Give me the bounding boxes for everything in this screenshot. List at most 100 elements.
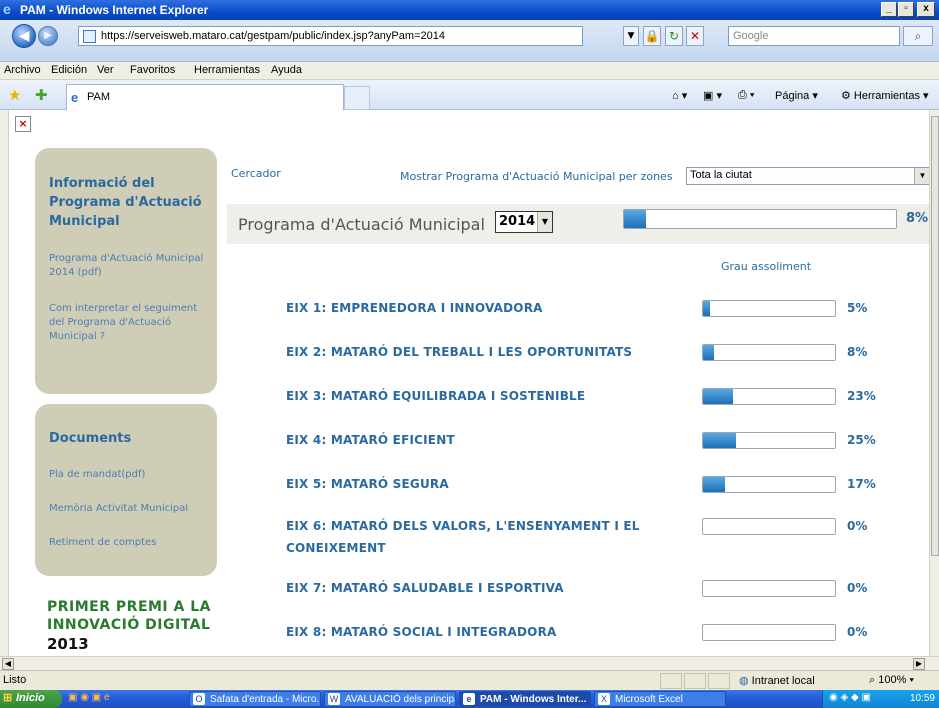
interpretar-seguiment-link[interactable]: Com interpretar el seguiment del Program… <box>49 302 209 344</box>
award-line-2: INNOVACIÓ DIGITAL <box>47 617 211 633</box>
award-year: 2013 <box>47 635 89 653</box>
quicklaunch-icons[interactable]: ▣ ◉ ▣ e <box>68 692 110 703</box>
url-field[interactable]: https://serveisweb.mataro.cat/gestpam/pu… <box>78 26 583 46</box>
documents-title: Documents <box>49 431 132 446</box>
chevron-down-icon[interactable]: ▼ <box>914 168 929 184</box>
feeds-icon[interactable]: ▣ ▾ <box>703 89 722 102</box>
zone-select[interactable]: Tota la ciutat ▼ <box>686 167 929 185</box>
ie-task-icon: e <box>463 693 475 705</box>
eix-progress-fill-2 <box>703 345 714 360</box>
url-dropdown-button[interactable]: ▼ <box>623 26 639 46</box>
task-ie[interactable]: e PAM - Windows Inter... <box>459 691 591 707</box>
menu-herramientas[interactable]: Herramientas <box>194 64 260 76</box>
eix-progress-bar-3 <box>702 388 836 405</box>
eix-label-1[interactable]: EIX 1: EMPRENEDORA I INNOVADORA <box>286 297 676 319</box>
window-title: PAM - Windows Internet Explorer <box>20 3 209 17</box>
task-word[interactable]: W AVALUACIÓ dels principa... <box>324 691 456 707</box>
documents-panel: Documents Pla de mandat(pdf) Memòria Act… <box>35 404 217 576</box>
minimize-button[interactable]: _ <box>881 2 897 17</box>
intranet-zone-label: Intranet local <box>751 675 815 687</box>
ie-logo-icon: e <box>3 1 11 17</box>
eix-progress-bar-8 <box>702 624 836 641</box>
retiment-comptes-link[interactable]: Retiment de comptes <box>49 536 209 550</box>
search-input[interactable]: Google <box>728 26 900 46</box>
maximize-button[interactable]: ▫ <box>898 2 914 17</box>
vertical-scrollbar[interactable] <box>929 110 939 656</box>
eix-progress-fill-1 <box>703 301 710 316</box>
taskbar: Inicio ▣ ◉ ▣ e O Safata d'entrada - Micro… <box>0 690 939 708</box>
scroll-left-icon[interactable]: ◀ <box>2 658 14 670</box>
task-excel[interactable]: X Microsoft Excel <box>594 691 726 707</box>
print-icon[interactable]: ⎙ ▾ <box>738 89 754 102</box>
task-outlook[interactable]: O Safata d'entrada - Micro... <box>189 691 321 707</box>
lock-icon[interactable]: 🔒 <box>643 26 661 46</box>
eix-progress-bar-7 <box>702 580 836 597</box>
menu-favoritos[interactable]: Favoritos <box>130 64 175 76</box>
eix-label-3[interactable]: EIX 3: MATARÓ EQUILIBRADA I SOSTENIBLE <box>286 385 676 407</box>
back-button[interactable]: ◀ <box>12 24 36 48</box>
menu-edicion[interactable]: Edición <box>51 64 87 76</box>
eix-label-5[interactable]: EIX 5: MATARÓ SEGURA <box>286 473 676 495</box>
chevron-down-icon[interactable]: ▼ <box>537 212 552 232</box>
eix-label-2[interactable]: EIX 2: MATARÓ DEL TREBALL I LES OPORTUNI… <box>286 341 676 363</box>
excel-icon: X <box>598 693 610 705</box>
eix-label-8[interactable]: EIX 8: MATARÓ SOCIAL I INTEGRADORA <box>286 621 676 643</box>
refresh-icon[interactable]: ↻ <box>665 26 683 46</box>
page-menu-label: Página <box>775 90 810 102</box>
pam-2014-pdf-link[interactable]: Programa d'Actuació Municipal 2014 (pdf) <box>49 252 209 280</box>
status-cell <box>684 673 706 689</box>
forward-button[interactable]: ▶ <box>38 26 58 46</box>
status-text: Listo <box>3 674 27 686</box>
status-cell <box>708 673 730 689</box>
tab-pam[interactable]: e PAM <box>66 84 344 110</box>
new-tab-button[interactable] <box>344 86 370 110</box>
zones-label: Mostrar Programa d'Actuació Municipal pe… <box>400 170 673 183</box>
tab-bar: ★ ✚ e PAM ⌂ ▾ ▣ ▾ ⎙ ▾ Página ▾ ⚙ Herrami… <box>0 80 939 110</box>
year-select[interactable]: 2014 ▼ <box>495 211 553 233</box>
eix-pct-7: 0% <box>847 581 868 595</box>
overall-progress-label: 8% <box>906 211 929 226</box>
zoom-control[interactable]: ⌕ 100% ▾ <box>869 674 914 687</box>
cercador-link[interactable]: Cercador <box>231 167 281 180</box>
search-icon[interactable]: ⌕ <box>903 26 933 46</box>
home-icon[interactable]: ⌂ ▾ <box>672 89 687 102</box>
award-line-1: PRIMER PREMI A LA <box>47 599 211 615</box>
tools-menu[interactable]: ⚙ Herramientas ▾ <box>841 89 929 102</box>
horizontal-scrollbar[interactable]: ◀ ▶ <box>0 656 939 670</box>
scroll-right-icon[interactable]: ▶ <box>913 658 925 670</box>
ie-tab-icon: e <box>71 90 79 105</box>
close-button[interactable]: x <box>917 2 935 17</box>
start-button[interactable]: Inicio <box>0 690 62 708</box>
pam-header: Programa d'Actuació Municipal 2014 ▼ 8% <box>227 204 929 244</box>
menu-ayuda[interactable]: Ayuda <box>271 64 302 76</box>
eix-label-7[interactable]: EIX 7: MATARÓ SALUDABLE I ESPORTIVA <box>286 577 676 599</box>
tray-icons[interactable]: ◉ ◈ ◆ ▣ <box>829 692 871 703</box>
globe-icon: ◍ <box>739 675 749 687</box>
tab-label: PAM <box>87 91 111 103</box>
outlook-icon: O <box>193 693 205 705</box>
eix-pct-1: 5% <box>847 301 868 315</box>
memoria-activitat-link[interactable]: Memòria Activitat Municipal <box>49 502 209 516</box>
pla-mandat-link[interactable]: Pla de mandat(pdf) <box>49 468 209 482</box>
tools-menu-label: Herramientas <box>853 90 920 102</box>
status-bar: Listo ◍ Intranet local ⌕ 100% ▾ <box>0 670 939 690</box>
eix-pct-2: 8% <box>847 345 868 359</box>
year-select-value: 2014 <box>499 214 536 229</box>
menu-archivo[interactable]: Archivo <box>4 64 41 76</box>
overall-progress-bar <box>623 209 897 229</box>
eix-progress-fill-5 <box>703 477 726 492</box>
clock: 10:59 <box>909 693 935 704</box>
add-favorite-icon[interactable]: ✚ <box>35 86 48 104</box>
eix-label-6[interactable]: EIX 6: MATARÓ DELS VALORS, L'ENSENYAMENT… <box>286 515 676 559</box>
task-label: Microsoft Excel <box>615 694 683 705</box>
task-label: AVALUACIÓ dels principa... <box>345 694 456 705</box>
zone-select-value: Tota la ciutat <box>690 169 752 181</box>
eix-label-4[interactable]: EIX 4: MATARÓ EFICIENT <box>286 429 676 451</box>
eix-progress-bar-4 <box>702 432 836 449</box>
menu-ver[interactable]: Ver <box>97 64 114 76</box>
scroll-thumb[interactable] <box>931 116 939 556</box>
page-menu[interactable]: Página ▾ <box>775 89 818 102</box>
favorites-star-icon[interactable]: ★ <box>8 86 21 104</box>
stop-icon[interactable]: ✕ <box>686 26 704 46</box>
eix-progress-fill-3 <box>703 389 734 404</box>
